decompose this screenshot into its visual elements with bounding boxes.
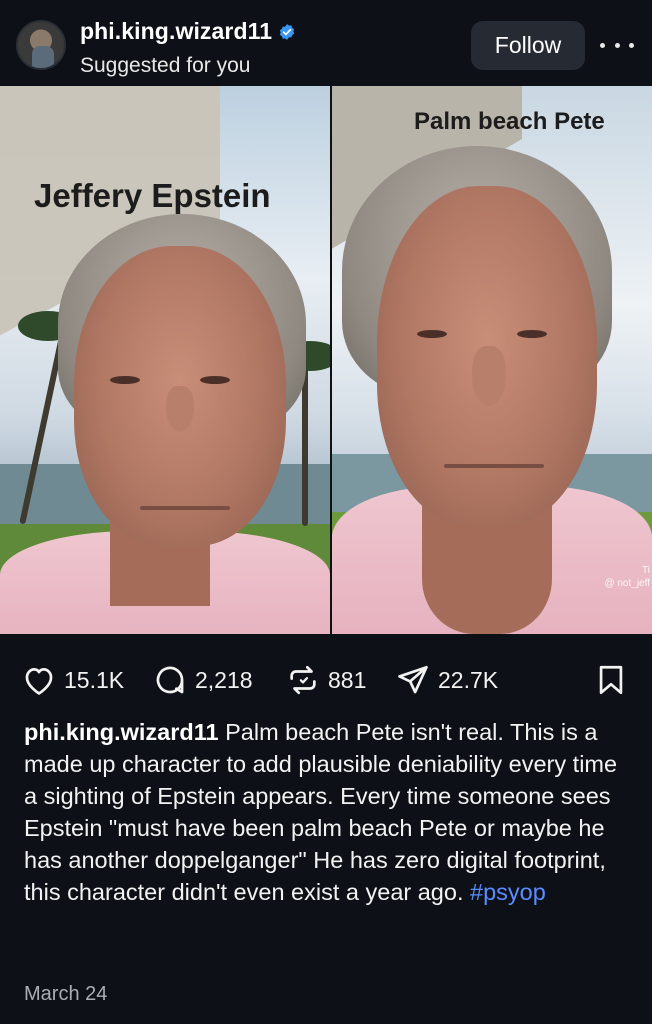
- left-eye: [417, 330, 447, 338]
- nose: [166, 386, 194, 432]
- caption-text: Palm beach Pete isn't real. This is a ma…: [24, 719, 618, 905]
- post-header: phi.king.wizard11 Suggested for you Foll…: [0, 0, 652, 86]
- mouth: [140, 506, 230, 510]
- post-date: March 24: [24, 983, 108, 1005]
- action-bar: 15.1K 2,218 881 22.7K: [0, 655, 652, 705]
- bookmark-icon[interactable]: [594, 663, 628, 697]
- share-button[interactable]: 22.7K: [396, 655, 498, 705]
- more-options-icon[interactable]: [600, 30, 634, 60]
- overlay-label-right: Palm beach Pete: [414, 108, 605, 135]
- caption-username[interactable]: phi.king.wizard11: [24, 719, 219, 745]
- dot-icon: [600, 42, 605, 48]
- nose: [472, 346, 506, 406]
- username-link[interactable]: phi.king.wizard11: [80, 18, 272, 45]
- right-eye: [517, 330, 547, 338]
- comment-count: 2,218: [195, 666, 253, 693]
- heart-icon: [25, 668, 53, 695]
- dot-icon: [614, 42, 620, 48]
- username-row: phi.king.wizard11: [80, 18, 296, 45]
- repost-button[interactable]: 881: [286, 655, 366, 705]
- post-caption: phi.king.wizard11 Palm beach Pete isn't …: [24, 716, 636, 908]
- send-icon: [398, 665, 428, 694]
- share-count: 22.7K: [438, 666, 499, 693]
- right-eye: [200, 376, 230, 384]
- media-panel-right: Palm beach Pete Ti @ not_jeff: [332, 86, 652, 634]
- avatar[interactable]: [16, 20, 66, 70]
- comment-button[interactable]: 2,218: [153, 655, 253, 705]
- comment-icon: [156, 666, 184, 694]
- dot-icon: [629, 42, 634, 48]
- follow-button[interactable]: Follow: [471, 21, 585, 70]
- watermark-line-2: @ not_jeff: [604, 578, 650, 589]
- left-eye: [110, 376, 140, 384]
- mouth: [444, 464, 544, 468]
- watermark-line-1: Ti: [642, 565, 650, 576]
- repost-count: 881: [328, 666, 367, 693]
- repost-icon: [290, 665, 316, 695]
- media-panel-left: Jeffery Epstein: [0, 86, 330, 634]
- post-media[interactable]: Jeffery Epstein Palm beach Pete Ti @ not…: [0, 86, 652, 634]
- like-button[interactable]: 15.1K: [22, 655, 124, 705]
- watermark: Ti @ not_jeff: [604, 564, 650, 590]
- suggested-label: Suggested for you: [80, 54, 251, 77]
- hashtag-link[interactable]: #psyop: [470, 879, 546, 905]
- verified-badge-icon: [280, 23, 295, 40]
- like-count: 15.1K: [64, 666, 125, 693]
- overlay-label-left: Jeffery Epstein: [34, 177, 271, 214]
